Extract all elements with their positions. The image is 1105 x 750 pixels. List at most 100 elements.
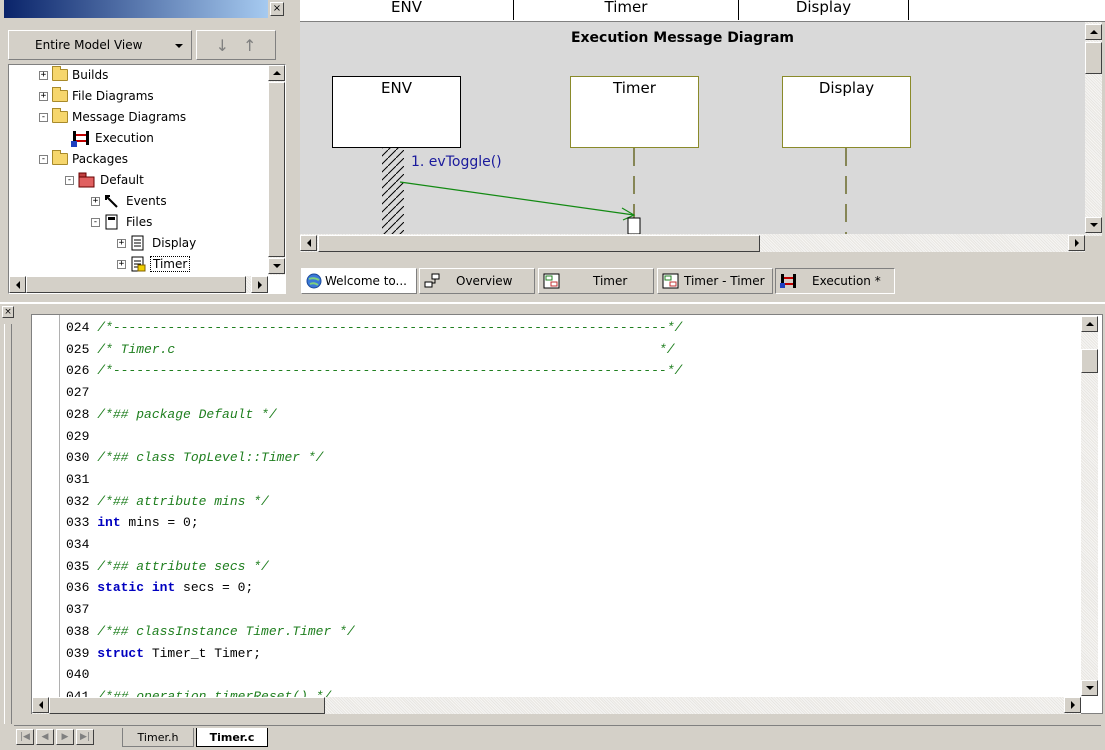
code-line: 025 /* Timer.c */ (66, 342, 675, 364)
globe-icon (306, 273, 322, 289)
code-scroll-right-button[interactable] (1064, 697, 1081, 713)
tree-item-events[interactable]: + Events (91, 191, 167, 211)
code-line: 040 (66, 667, 97, 689)
tree-hscroll-thumb[interactable] (26, 276, 246, 293)
folder-icon (52, 150, 68, 165)
arrow-right-icon (1074, 239, 1079, 247)
code-comment: /*## package Default */ (97, 406, 277, 422)
diagram-scroll-right-button[interactable] (1068, 235, 1085, 251)
code-scroll-down-button[interactable] (1081, 680, 1098, 696)
tree-item-timer[interactable]: + Timer (117, 254, 191, 274)
previous-tab-icon[interactable]: ◀ (36, 729, 54, 745)
diagram-canvas[interactable]: Execution Message Diagram ENV Timer Disp… (300, 22, 1085, 234)
line-number: 035 (66, 558, 90, 574)
tree-item-file-diagrams[interactable]: + File Diagrams (39, 86, 154, 106)
collapse-icon[interactable]: - (65, 175, 74, 185)
tree-scroll-thumb[interactable] (268, 82, 285, 257)
line-number: 030 (66, 450, 90, 466)
tree-scroll-right-button[interactable] (251, 276, 268, 293)
code-comment: /*--------------------------------------… (97, 320, 683, 335)
collapse-icon[interactable]: - (39, 112, 48, 122)
expand-icon[interactable]: + (117, 238, 126, 248)
folder-icon (52, 108, 68, 123)
code-keyword: int (97, 515, 121, 531)
expand-icon[interactable]: + (39, 70, 48, 80)
editor-close-button[interactable]: × (2, 306, 14, 318)
view-selector[interactable]: Entire Model View (8, 30, 192, 60)
message-label[interactable]: 1. evToggle() (411, 154, 502, 170)
arrow-up-icon (1085, 322, 1094, 326)
code-comment: /*## attribute mins */ (97, 493, 269, 509)
file-icon (131, 235, 144, 251)
file-tab-timer-c[interactable]: Timer.c (196, 728, 268, 747)
tree-item-display[interactable]: + Display (117, 233, 196, 253)
overview-icon (424, 273, 440, 288)
first-tab-icon[interactable]: |◀ (16, 729, 34, 745)
tab-navigation: |◀ ◀ ▶ ▶| (16, 729, 116, 745)
diagram-scroll-left-button[interactable] (300, 235, 317, 251)
tree-item-default[interactable]: - Default (65, 170, 144, 190)
file-tab-timer-h[interactable]: Timer.h (122, 728, 194, 747)
tree-scroll-left-button[interactable] (9, 276, 26, 293)
code-vscroll-thumb[interactable] (1081, 349, 1098, 373)
code-view[interactable]: 024 /*----------------------------------… (31, 314, 1103, 714)
diagram-scroll-up-button[interactable] (1085, 24, 1102, 40)
tab-label: Overview (456, 274, 513, 288)
folder-icon (52, 66, 68, 81)
tree-item-builds[interactable]: + Builds (39, 65, 108, 85)
code-scroll-left-button[interactable] (32, 697, 49, 713)
event-icon (105, 195, 118, 208)
tree-item-label: Display (152, 236, 197, 250)
code-comment: /* Timer.c */ (97, 341, 675, 357)
code-keyword: int (151, 580, 176, 596)
tree-item-label: Timer (150, 256, 191, 272)
code-text: mins = 0; (120, 515, 199, 531)
tree-scroll-up-button[interactable] (268, 65, 285, 81)
message-arrow[interactable] (399, 181, 635, 216)
collapse-icon[interactable]: - (91, 217, 100, 227)
chevron-down-icon (175, 44, 183, 48)
diagram-scroll-down-button[interactable] (1085, 217, 1102, 233)
model-browser-panel: × Entire Model View ↓ ↑ + Builds + File … (0, 0, 292, 298)
last-tab-icon[interactable]: ▶| (76, 729, 94, 745)
statechart-icon (543, 273, 560, 289)
code-scroll-up-button[interactable] (1081, 316, 1098, 332)
arrow-left-icon (38, 701, 43, 709)
diagram-hscroll-thumb[interactable] (318, 235, 760, 252)
browser-close-button[interactable]: × (270, 2, 284, 16)
tree-scroll-down-button[interactable] (268, 258, 285, 274)
collapse-icon[interactable]: - (39, 154, 48, 164)
diagram-editor: ENV Timer Display Execution Message Diag… (296, 0, 1105, 300)
line-number: 025 (66, 341, 90, 357)
move-down-icon[interactable]: ↓ (216, 36, 229, 55)
tree-item-message-diagrams[interactable]: - Message Diagrams (39, 107, 186, 127)
tree-item-packages[interactable]: - Packages (39, 149, 128, 169)
expand-icon[interactable]: + (39, 91, 48, 101)
tree-item-label: File Diagrams (72, 89, 154, 103)
tree-item-files[interactable]: - Files (91, 212, 152, 232)
tab-label: Execution * (812, 274, 881, 288)
arrow-down-icon (272, 264, 281, 268)
tab-timer[interactable]: Timer (538, 268, 654, 294)
code-line: 028 /*## package Default */ (66, 407, 277, 429)
code-line: 035 /*## attribute secs */ (66, 559, 269, 581)
header-cell-env: ENV (300, 0, 514, 20)
expand-icon[interactable]: + (91, 196, 100, 206)
diagram-vscroll-thumb[interactable] (1085, 42, 1102, 74)
tab-overview[interactable]: Overview (419, 268, 535, 294)
expand-icon[interactable]: + (117, 259, 126, 269)
code-hscroll-thumb[interactable] (49, 697, 325, 714)
code-vertical-scrollbar[interactable] (1081, 316, 1098, 696)
editor-grip[interactable] (4, 324, 12, 724)
move-up-icon[interactable]: ↑ (243, 36, 256, 55)
tree-item-label: Execution (95, 131, 154, 145)
code-line: 031 (66, 472, 97, 494)
next-tab-icon[interactable]: ▶ (56, 729, 74, 745)
view-selector-label: Entire Model View (35, 38, 143, 52)
tab-welcome[interactable]: Welcome to... (301, 268, 417, 294)
tab-timer-timer[interactable]: Timer - Timer (657, 268, 773, 294)
sequence-diagram-icon (71, 131, 89, 147)
lifeline-header-strip: ENV Timer Display (300, 0, 1105, 22)
tree-item-execution[interactable]: Execution (71, 128, 154, 148)
tab-execution[interactable]: Execution * (775, 268, 895, 294)
